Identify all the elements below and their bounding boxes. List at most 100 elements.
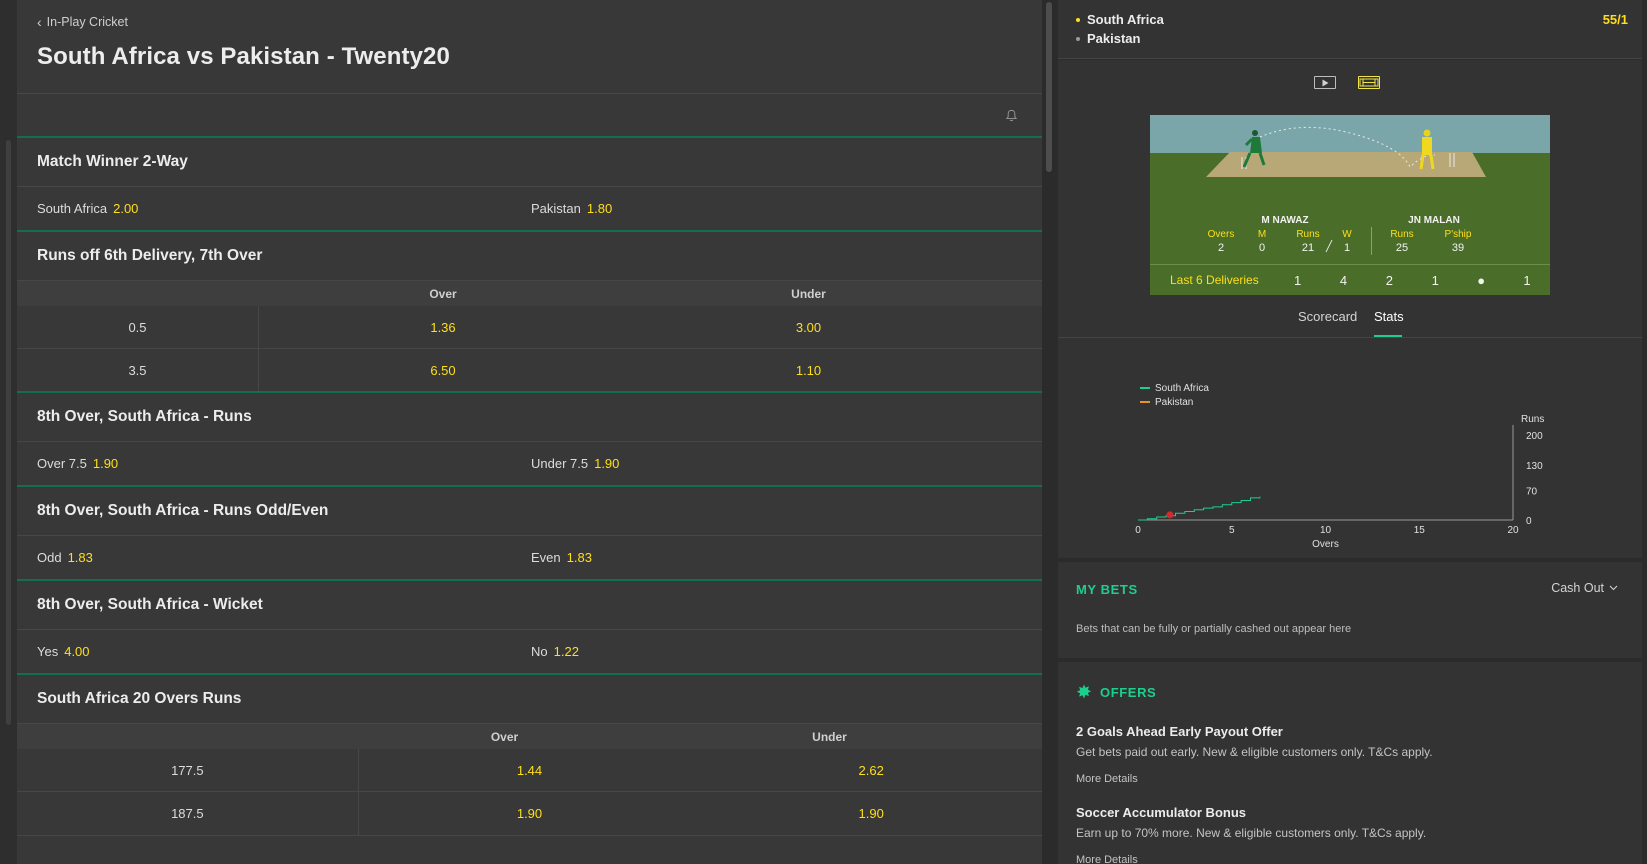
over-column-header: Over	[490, 729, 519, 744]
y-tick-label: 200	[1526, 431, 1543, 442]
team-indicator	[1076, 36, 1080, 41]
my-bets-title: MY BETS	[1076, 582, 1138, 597]
over-column-header: Over	[429, 286, 457, 301]
selection-odds[interactable]: 1.90	[594, 456, 619, 471]
pitch-scene	[1206, 126, 1486, 177]
selection-odds[interactable]: 1.22	[554, 644, 579, 659]
left-scrollbar[interactable]	[0, 0, 17, 864]
selection-odds[interactable]: 1.80	[587, 201, 612, 216]
selection-odds[interactable]: 1.83	[567, 550, 592, 565]
team-away: Pakistan	[1076, 31, 1140, 46]
breadcrumb[interactable]: ‹ In-Play Cricket	[37, 14, 1022, 30]
y-axis-label: Runs	[1521, 414, 1544, 425]
pitch-view-icon[interactable]	[1358, 76, 1380, 89]
breadcrumb-label[interactable]: In-Play Cricket	[47, 15, 128, 29]
stats-separator	[1371, 227, 1372, 255]
market-title[interactable]: Runs off 6th Delivery, 7th Over	[17, 232, 1042, 281]
market-delivery-runs: Runs off 6th Delivery, 7th Over Over Und…	[17, 232, 1042, 393]
offer-more-details-link[interactable]: More Details	[1076, 854, 1426, 864]
active-tab-indicator	[1374, 335, 1402, 337]
selection-label: Odd	[37, 550, 62, 565]
event-header: ‹ In-Play Cricket South Africa vs Pakist…	[17, 0, 1042, 94]
table-header: Over Under	[17, 724, 1042, 749]
selection-row: Over 7.5 1.90 Under 7.5 1.90	[17, 442, 1042, 487]
offer-item: Soccer Accumulator Bonus Earn up to 70% …	[1076, 805, 1426, 864]
tab-scorecard[interactable]: Scorecard	[1298, 309, 1357, 324]
under-column-header: Under	[812, 729, 847, 744]
selection-odds[interactable]: 2.00	[113, 201, 138, 216]
team-score: 55/1	[1602, 12, 1628, 27]
over-odds[interactable]: 1.44	[359, 749, 701, 791]
over-odds[interactable]: 6.50	[259, 349, 627, 391]
delivery-result: 4	[1339, 272, 1348, 288]
offers-header: OFFERS	[1076, 684, 1156, 700]
bell-icon[interactable]	[1005, 109, 1018, 122]
market-match-winner: Match Winner 2-Way South Africa 2.00 Pak…	[17, 138, 1042, 232]
x-tick-label: 20	[1507, 525, 1519, 536]
table-row: 187.5 1.90 1.90	[17, 792, 1042, 836]
selection-odds[interactable]: 1.90	[93, 456, 118, 471]
last-deliveries-label: Last 6 Deliveries	[1170, 273, 1259, 287]
left-scrollbar-thumb[interactable]	[6, 140, 11, 725]
under-odds[interactable]: 1.90	[700, 792, 1042, 835]
under-odds[interactable]: 3.00	[627, 306, 990, 348]
market-title[interactable]: 8th Over, South Africa - Runs Odd/Even	[17, 487, 1042, 536]
stat-label: Runs	[1390, 229, 1414, 240]
scoreboard: South Africa Pakistan 55/1	[1058, 0, 1642, 59]
main-scrollbar-thumb[interactable]	[1046, 2, 1052, 172]
selection-yes[interactable]: Yes 4.00	[17, 644, 531, 659]
under-odds[interactable]: 2.62	[700, 749, 1042, 791]
stat-label: Overs	[1207, 229, 1235, 240]
line-value: 0.5	[17, 306, 259, 348]
selection-under[interactable]: Under 7.5 1.90	[531, 456, 1042, 471]
market-title[interactable]: 8th Over, South Africa - Wicket	[17, 581, 1042, 630]
selection-even[interactable]: Even 1.83	[531, 550, 1042, 565]
table-row: 0.5 1.36 3.00	[17, 306, 1042, 349]
selection-home[interactable]: South Africa 2.00	[17, 201, 531, 216]
market-title[interactable]: 8th Over, South Africa - Runs	[17, 393, 1042, 442]
cash-out-label[interactable]: Cash Out	[1551, 581, 1604, 595]
selection-over[interactable]: Over 7.5 1.90	[17, 456, 531, 471]
selection-row: Yes 4.00 No 1.22	[17, 630, 1042, 675]
selection-away[interactable]: Pakistan 1.80	[531, 201, 1042, 216]
batting-indicator	[1076, 17, 1080, 22]
delivery-result: 1	[1294, 272, 1302, 288]
offers-title: OFFERS	[1100, 684, 1157, 700]
over-odds[interactable]: 1.36	[259, 306, 627, 348]
selection-label: Under 7.5	[531, 456, 589, 471]
delivery-result: ●	[1477, 272, 1486, 288]
under-odds[interactable]: 1.10	[627, 349, 990, 391]
x-axis-label: Overs	[1312, 539, 1339, 550]
selection-odd[interactable]: Odd 1.83	[17, 550, 531, 565]
line-value: 177.5	[17, 749, 359, 791]
stat-label: P'ship	[1444, 229, 1472, 240]
tab-stats[interactable]: Stats	[1374, 309, 1404, 324]
play-video-icon[interactable]	[1314, 76, 1336, 89]
offer-item: 2 Goals Ahead Early Payout Offer Get bet…	[1076, 724, 1433, 785]
stat-value: 0	[1258, 242, 1266, 254]
team-name: South Africa	[1087, 12, 1164, 27]
over-odds[interactable]: 1.90	[359, 792, 701, 835]
main-scrollbar[interactable]	[1042, 0, 1056, 864]
team-name: Pakistan	[1087, 31, 1141, 46]
markets-column: ‹ In-Play Cricket South Africa vs Pakist…	[0, 0, 1056, 864]
legend-label: Pakistan	[1155, 397, 1193, 408]
cash-out-dropdown[interactable]: Cash Out	[1551, 581, 1618, 595]
selection-label: Even	[531, 550, 561, 565]
chevron-down-icon	[1609, 585, 1618, 591]
market-title[interactable]: Match Winner 2-Way	[17, 138, 1042, 187]
selection-label: No	[531, 644, 548, 659]
market-title[interactable]: South Africa 20 Overs Runs	[17, 675, 1042, 724]
market-panel: ‹ In-Play Cricket South Africa vs Pakist…	[17, 0, 1042, 864]
selection-no[interactable]: No 1.22	[531, 644, 1042, 659]
stat-label: Runs	[1296, 229, 1320, 240]
line-value: 3.5	[17, 349, 259, 391]
selection-odds[interactable]: 1.83	[68, 550, 93, 565]
offer-title: 2 Goals Ahead Early Payout Offer	[1076, 724, 1283, 739]
play-icon	[1322, 79, 1328, 86]
event-toolbar	[17, 94, 1042, 138]
series-line	[1138, 496, 1261, 521]
offer-more-details-link[interactable]: More Details	[1076, 773, 1433, 785]
market-over-runs: 8th Over, South Africa - Runs Over 7.5 1…	[17, 393, 1042, 487]
selection-odds[interactable]: 4.00	[64, 644, 89, 659]
